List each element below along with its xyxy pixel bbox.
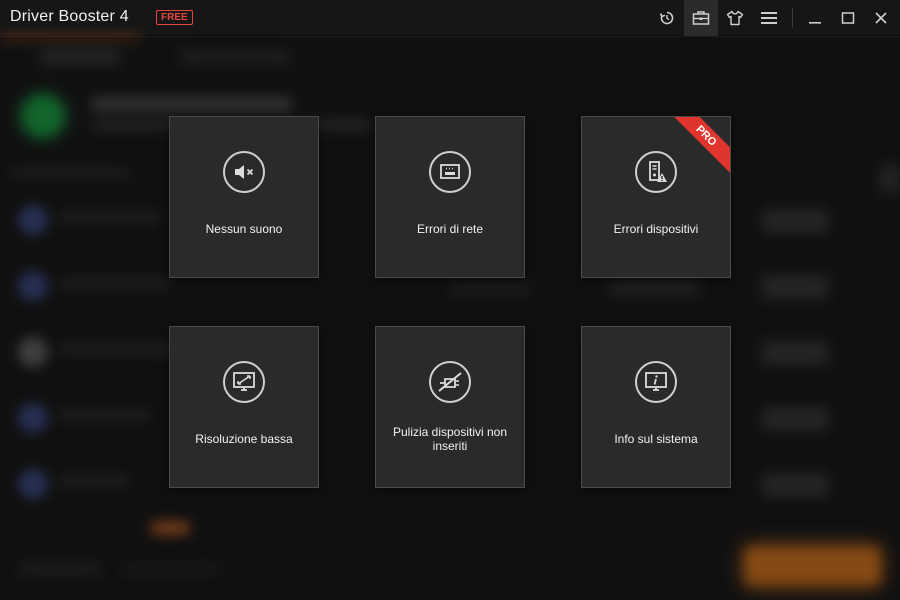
tool-label: Risoluzione bassa	[195, 432, 293, 446]
no-device-icon	[429, 361, 471, 403]
tool-label: Errori dispositivi	[613, 222, 699, 236]
toolbox-icon[interactable]	[684, 0, 718, 36]
monitor-resize-icon	[223, 361, 265, 403]
device-warning-icon	[635, 151, 677, 193]
titlebar-divider	[792, 8, 793, 28]
tool-tile-system-info[interactable]: Info sul sistema	[581, 326, 731, 488]
shirt-icon[interactable]	[718, 0, 752, 36]
tool-label: Errori di rete	[416, 222, 484, 236]
title-bar: Driver Booster 4 FREE	[0, 0, 900, 36]
minimize-icon[interactable]	[798, 0, 832, 36]
app-title: Driver Booster 4	[10, 8, 129, 25]
tool-tile-clean-unplugged-devices[interactable]: Pulizia dispositivi non inseriti	[375, 326, 525, 488]
tool-label: Info sul sistema	[614, 432, 698, 446]
network-port-icon	[429, 151, 471, 193]
close-icon[interactable]	[864, 0, 898, 36]
tool-tile-no-sound[interactable]: Nessun suono	[169, 116, 319, 278]
free-badge: FREE	[156, 10, 193, 25]
tool-tile-network-errors[interactable]: Errori di rete	[375, 116, 525, 278]
tool-tile-low-resolution[interactable]: Risoluzione bassa	[169, 326, 319, 488]
tool-tile-device-errors[interactable]: Errori dispositivi PRO	[581, 116, 731, 278]
tool-label: Pulizia dispositivi non inseriti	[392, 425, 508, 453]
monitor-info-icon	[635, 361, 677, 403]
mute-speaker-icon	[223, 151, 265, 193]
maximize-icon[interactable]	[831, 0, 865, 36]
tool-label: Nessun suono	[205, 222, 283, 236]
restore-icon[interactable]	[650, 0, 684, 36]
menu-icon[interactable]	[752, 0, 786, 36]
